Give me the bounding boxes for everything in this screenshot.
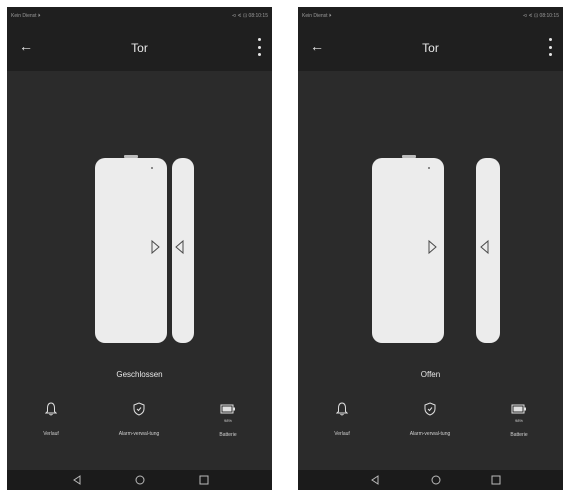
phone-screen-closed: Kein Dienst ⏵ ⊲ ∢ ⊡ 08:10:15 ← Tor Gesch… — [7, 7, 272, 490]
battery-label: Batterie — [510, 432, 528, 438]
more-options-icon[interactable] — [256, 38, 262, 56]
back-arrow-icon[interactable]: ← — [310, 38, 326, 54]
status-carrier: Kein Dienst ⏵ — [11, 12, 41, 19]
status-bar: Kein Dienst ⏵ ⊲ ∢ ⊡ 08:10:15 — [298, 7, 563, 24]
battery-label: Batterie — [219, 432, 237, 438]
sensor-led — [402, 155, 416, 158]
battery-percent: 98% — [223, 418, 232, 423]
system-nav-bar — [298, 470, 563, 490]
alarm-management-label: Alarm-verwal-tung — [118, 431, 160, 437]
history-label: Verlauf — [43, 431, 59, 437]
alarm-management-action[interactable]: Alarm-verwal-tung — [400, 399, 460, 438]
nav-home-icon[interactable] — [431, 475, 441, 485]
door-sensor-illustration — [372, 155, 500, 343]
battery-percent: 98% — [514, 418, 523, 423]
sensor-main-body — [372, 158, 444, 343]
sensor-dot — [428, 167, 430, 169]
page-title: Tor — [131, 40, 148, 55]
phone-screen-open: Kein Dienst ⏵ ⊲ ∢ ⊡ 08:10:15 ← Tor Offen… — [298, 7, 563, 490]
door-sensor-illustration — [95, 155, 194, 343]
nav-recents-icon[interactable] — [491, 475, 501, 485]
battery-icon — [198, 399, 258, 419]
app-bar: ← Tor — [298, 24, 563, 71]
sensor-main-body — [95, 158, 167, 343]
screenshot-pair: Kein Dienst ⏵ ⊲ ∢ ⊡ 08:10:15 ← Tor Gesch… — [0, 0, 571, 490]
more-options-icon[interactable] — [547, 38, 553, 56]
battery-icon — [489, 399, 549, 419]
battery-action[interactable]: 98% Batterie — [489, 399, 549, 439]
battery-action[interactable]: 98% Batterie — [198, 399, 258, 439]
page-title: Tor — [422, 40, 439, 55]
action-row: Verlauf Alarm-verwal-tung 98% Batterie — [298, 399, 563, 469]
history-label: Verlauf — [334, 431, 350, 437]
sensor-dot — [151, 167, 153, 169]
nav-back-icon[interactable] — [370, 475, 380, 485]
status-icons-time: ⊲ ∢ ⊡ 08:10:15 — [522, 12, 559, 19]
history-action[interactable]: Verlauf — [312, 399, 372, 438]
status-icons-time: ⊲ ∢ ⊡ 08:10:15 — [231, 12, 268, 19]
bell-icon — [312, 399, 372, 419]
door-state-label: Geschlossen — [116, 370, 163, 379]
sensor-led — [124, 155, 138, 158]
status-bar: Kein Dienst ⏵ ⊲ ∢ ⊡ 08:10:15 — [7, 7, 272, 24]
action-row: Verlauf Alarm-verwal-tung 98% Batterie — [7, 399, 272, 469]
back-arrow-icon[interactable]: ← — [19, 38, 35, 54]
bell-icon — [21, 399, 81, 419]
nav-back-icon[interactable] — [72, 475, 82, 485]
nav-recents-icon[interactable] — [199, 475, 209, 485]
shield-icon — [109, 399, 169, 419]
alarm-management-label: Alarm-verwal-tung — [409, 431, 451, 437]
system-nav-bar — [7, 470, 272, 490]
door-state-label: Offen — [420, 370, 441, 379]
nav-home-icon[interactable] — [135, 475, 145, 485]
shield-icon — [400, 399, 460, 419]
app-bar: ← Tor — [7, 24, 272, 71]
alarm-management-action[interactable]: Alarm-verwal-tung — [109, 399, 169, 438]
status-carrier: Kein Dienst ⏵ — [302, 12, 332, 19]
history-action[interactable]: Verlauf — [21, 399, 81, 438]
